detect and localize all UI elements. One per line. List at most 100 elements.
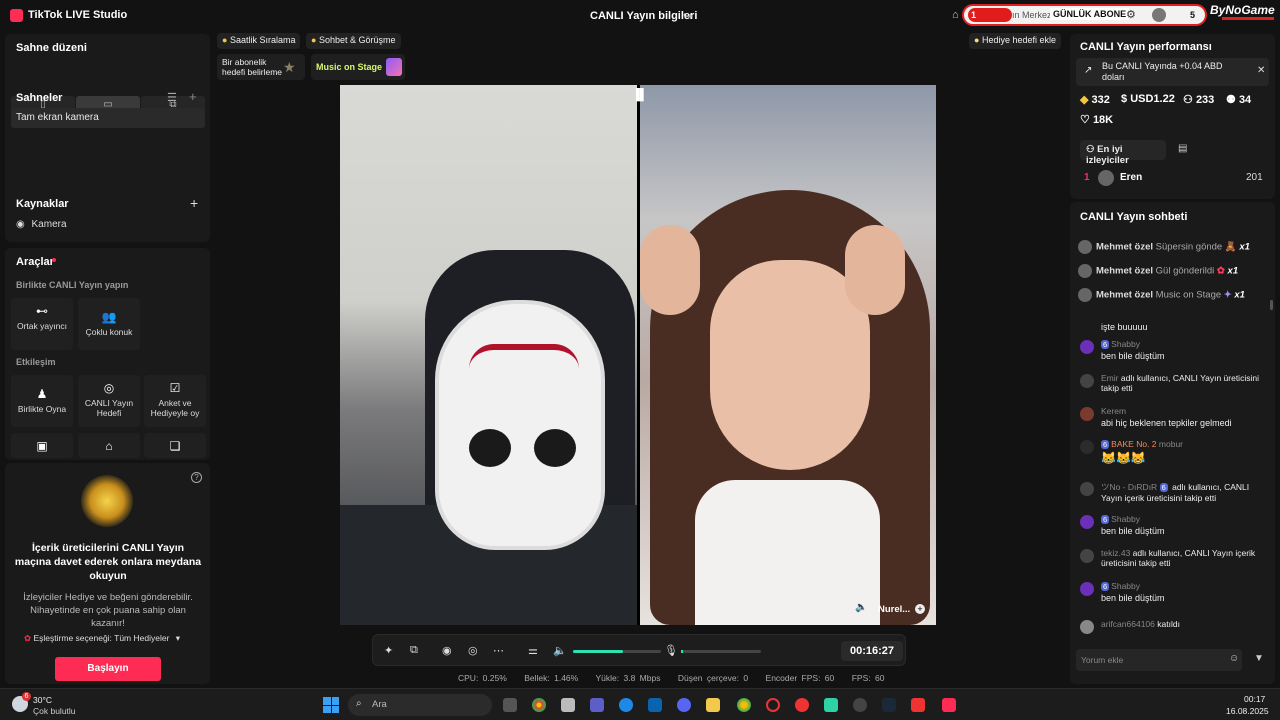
gift-sender[interactable]: Mehmet özel [1096,242,1153,253]
chat-message: tekiz.43 adlı kullanıcı, CANLI Yayın içe… [1080,548,1268,568]
edge-icon[interactable] [619,698,633,712]
mic-level-slider[interactable] [681,650,761,653]
trophy-icon: ● [222,35,228,45]
chrome-profile-icon[interactable] [737,698,751,712]
top-viewer-name[interactable]: Eren [1120,172,1142,183]
filter-icon[interactable]: ▼ [1254,653,1264,664]
discord-icon[interactable] [677,698,691,712]
chat-scrollbar[interactable] [1270,300,1273,310]
close-icon[interactable]: ✕ [1257,65,1265,76]
help-icon[interactable]: ? [191,472,202,483]
teams-icon[interactable] [590,698,604,712]
outlook-icon[interactable] [648,698,662,712]
emoji-reactions: 😹😹😹 [1101,451,1146,465]
taskbar-search[interactable]: ⌕ Ara [348,694,492,716]
chat-username[interactable]: ツNo - DıRDıR [1101,482,1157,492]
top-viewers-button[interactable]: ⚇ En iyi izleyiciler [1080,140,1166,166]
invite-body: İzleyiciler Hediye ve beğeni gönderebili… [23,592,193,629]
match-option-select[interactable]: ✿ Eşleştirme seçeneği: Tüm Hediyeler ▾ [24,633,180,644]
likes-stat: ♡ 18K [1080,113,1113,126]
store-icon[interactable] [561,698,575,712]
chat-username[interactable]: Emir [1101,373,1118,383]
live-timer: 00:16:27 [841,641,903,661]
more-icon[interactable]: ⋯ [493,644,504,657]
chat-username[interactable]: Shabby [1111,514,1140,524]
list-view-icon[interactable]: ▤ [1178,143,1187,154]
mask-marking [469,344,579,394]
chat-message-text: ben bile düştüm [1101,351,1165,361]
live-goal-button[interactable]: ◎ CANLI Yayın Hedefi [78,375,140,427]
tool-more-2[interactable]: ⌂ [78,433,140,458]
add-gift-goal-chip[interactable]: ● Hediye hedefi ekle [969,33,1062,49]
task-view-icon[interactable] [503,698,517,712]
camera-switch-icon[interactable]: ◎ [468,644,478,657]
add-guest-icon[interactable]: + [915,604,925,614]
level-badge: 6 [1101,582,1110,591]
multi-guest-button[interactable]: 👥 Çoklu konuk [78,298,140,350]
gift-box-icon: ❏ [169,439,181,453]
volume-icon[interactable]: 🔈 [553,644,567,657]
opera-gx-icon[interactable] [766,698,780,712]
magic-wand-icon[interactable]: ✦ [384,644,393,657]
app-icon[interactable] [824,698,838,712]
list-icon[interactable]: ☰ [167,91,177,104]
chat-username[interactable]: Shabby [1111,339,1140,349]
obs-icon[interactable] [853,698,867,712]
skull-mask [435,300,605,550]
speaker-icon[interactable]: 🔈 [855,602,867,613]
microphone-icon[interactable]: 🎙 [664,644,678,657]
comment-input[interactable]: Yorum ekle [1076,649,1242,671]
add-source-icon[interactable]: + [190,195,198,211]
chat-call-chip[interactable]: ● Sohbet & Görüşme [306,33,401,49]
chat-username[interactable]: Kerem [1101,406,1126,416]
subscription-goal-label: Bir abonelik hedefi belirleme [222,57,283,77]
steam-icon[interactable] [882,698,896,712]
chrome-icon[interactable] [532,698,546,712]
play-together-button[interactable]: ♟ Birlikte Oyna [11,375,73,427]
tiktok-icon[interactable] [942,698,956,712]
chat-message-text: ben bile düştüm [1101,526,1165,536]
start-match-button[interactable]: Başlayın [55,657,161,681]
cohost-button[interactable]: ⊷ Ortak yayıncı [11,298,73,350]
sources-title: Kaynaklar [16,198,69,210]
camera-icon: ◉ [16,219,25,230]
gift-sender[interactable]: Mehmet özel [1096,290,1153,301]
source-label: Kamera [31,219,67,230]
record-icon[interactable]: ◉ [442,644,452,657]
poll-button[interactable]: ☑ Anket ve Hediyeyle oy [144,375,206,427]
gift-message: Süpersin gönde [1155,241,1223,253]
chat-username[interactable]: arifcan664106 [1101,619,1155,629]
folder-icon[interactable] [706,698,720,712]
share-icon[interactable]: ↪ [683,9,693,23]
hourly-ranking-chip[interactable]: ● Saatlik Sıralama [217,33,301,49]
source-item[interactable]: ◉ Kamera [16,219,67,230]
earnings-notice: ↗ Bu CANLI Yayında +0.04 ABD doları ✕ [1076,58,1269,86]
avatar [1080,374,1094,388]
tool-more-3[interactable]: ❏ [144,433,206,458]
music-on-stage-card[interactable]: Music on Stage [311,54,405,80]
fan-badge: BAKE No. 2 [1111,439,1157,449]
subscription-goal-card[interactable]: Bir abonelik hedefi belirleme ★ [217,54,305,80]
split-handle-icon[interactable]: ▐▌ [632,89,648,101]
tool-more-1[interactable]: ▣ [11,433,73,458]
avatar [1080,440,1094,454]
chat-username[interactable]: mobur [1159,439,1183,449]
likes-value: 18K [1092,114,1114,126]
live-info-title[interactable]: CANLI Yayın bilgileri [590,10,697,22]
emoji-icon[interactable]: ☺ [1229,653,1239,664]
effects-icon[interactable]: ⧉ [410,644,418,657]
youtube-icon[interactable] [911,698,925,712]
gift-sender[interactable]: Mehmet özel [1096,266,1153,277]
chat-username[interactable]: tekiz.43 [1101,548,1130,558]
add-scene-icon[interactable]: + [189,89,197,104]
scene-item[interactable]: Tam ekran kamera [11,108,205,128]
chat-username[interactable]: Shabby [1111,581,1140,591]
overlay-red-label: 1 [968,8,1012,22]
viewers-value: 233 [1195,94,1215,106]
volume-slider-fill [573,650,623,653]
settings-sliders-icon[interactable]: ⚌ [528,644,538,657]
windows-start-icon[interactable] [323,697,339,713]
opera-icon[interactable] [795,698,809,712]
home-icon[interactable]: ⌂ [952,9,959,21]
chat-message-text: adlı kullanıcı, CANLI Yayın üreticisini … [1101,373,1259,393]
